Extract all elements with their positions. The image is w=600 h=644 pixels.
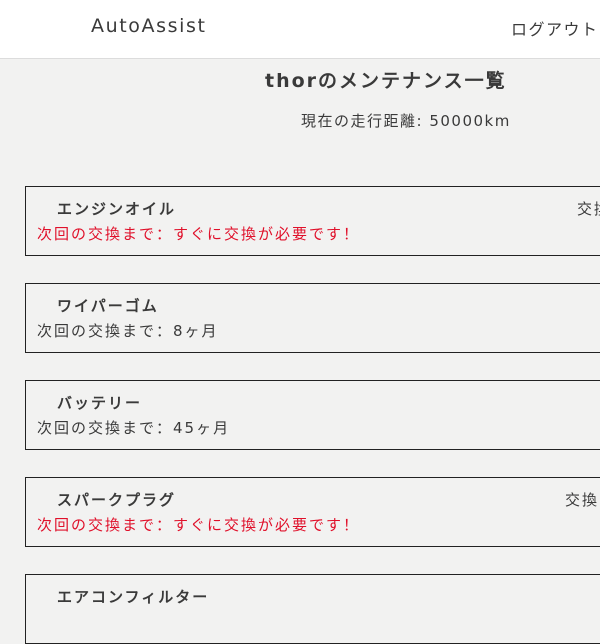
maintenance-card-battery: バッテリー 次回の交換まで：45ヶ月 — [25, 380, 600, 450]
replace-button[interactable]: 交換 — [577, 198, 600, 219]
current-mileage: 現在の走行距離: 50000km — [301, 112, 511, 130]
next-replacement-status: 次回の交換まで：8ヶ月 — [37, 322, 219, 340]
next-replacement-status: 次回の交換まで：45ヶ月 — [37, 419, 231, 437]
maintenance-card-engine-oil: エンジンオイル 交換 次回の交換まで：すぐに交換が必要です！ — [25, 186, 600, 256]
maintenance-card-wiper: ワイパーゴム 次回の交換まで：8ヶ月 — [25, 283, 600, 353]
item-name: エアコンフィルター — [57, 588, 210, 606]
app-header: AutoAssist ログアウト — [0, 0, 600, 59]
maintenance-card-ac-filter: エアコンフィルター — [25, 574, 600, 644]
replace-button[interactable]: 交換 — [565, 489, 599, 510]
logout-button[interactable]: ログアウト — [511, 16, 599, 40]
next-replacement-status: 次回の交換まで：すぐに交換が必要です！ — [37, 225, 361, 243]
next-replacement-status: 次回の交換まで：すぐに交換が必要です！ — [37, 516, 361, 534]
item-name: ワイパーゴム — [57, 297, 159, 315]
item-name: エンジンオイル — [57, 200, 177, 218]
item-name: スパークプラグ — [57, 491, 177, 509]
maintenance-card-spark-plug: スパークプラグ 交換 次回の交換まで：すぐに交換が必要です！ — [25, 477, 600, 547]
page-title: thorのメンテナンス一覧 — [265, 70, 507, 92]
item-name: バッテリー — [57, 394, 143, 412]
brand-logo[interactable]: AutoAssist — [91, 15, 207, 37]
